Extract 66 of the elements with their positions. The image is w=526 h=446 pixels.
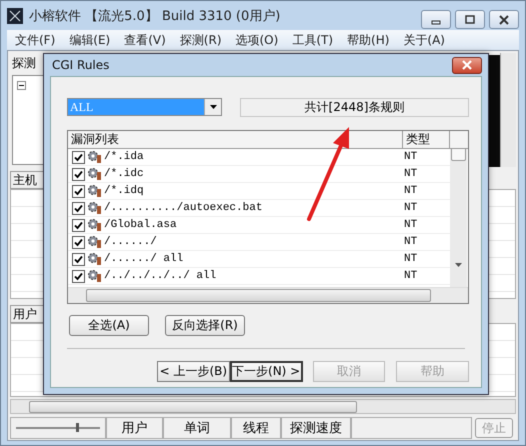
gear-icon bbox=[87, 167, 103, 181]
rule-count-label: 共计[2448]条规则 bbox=[240, 98, 469, 117]
caret-icon bbox=[210, 105, 216, 109]
maximize-button[interactable] bbox=[455, 10, 485, 29]
rule-name: /../../../../ all bbox=[104, 270, 216, 282]
checkbox[interactable] bbox=[72, 252, 85, 266]
column-header[interactable]: 类型 bbox=[403, 131, 450, 148]
maximize-icon bbox=[465, 14, 475, 24]
menu-item[interactable]: 文件(F) bbox=[15, 32, 56, 48]
close-icon bbox=[462, 60, 472, 70]
status-cell: 探测速度 bbox=[281, 417, 351, 439]
rule-name: /....../ bbox=[104, 236, 157, 248]
close-button[interactable] bbox=[452, 56, 482, 74]
rule-name: /*.ida bbox=[104, 151, 144, 163]
scrollbar[interactable] bbox=[10, 399, 516, 414]
scroll-thumb[interactable] bbox=[86, 289, 431, 302]
table-cell-text: NT bbox=[402, 184, 418, 199]
checkbox[interactable] bbox=[72, 150, 85, 164]
gear-icon bbox=[87, 184, 103, 198]
scroll-thumb[interactable] bbox=[29, 401, 357, 413]
status-cell: 单词 bbox=[163, 417, 231, 439]
table-cell-text: NT bbox=[402, 201, 418, 216]
gear-icon bbox=[87, 218, 103, 232]
table-cell-text: NT bbox=[402, 167, 418, 182]
wizard-button[interactable]: < 上一步(B) bbox=[157, 361, 230, 382]
scrollbar[interactable] bbox=[500, 53, 516, 167]
table-cell-text: NT bbox=[402, 150, 418, 165]
action-button[interactable]: 反向选择(R) bbox=[165, 315, 245, 336]
checkbox[interactable] bbox=[72, 218, 85, 232]
gear-icon bbox=[87, 150, 103, 164]
menu-item[interactable]: 帮助(H) bbox=[347, 32, 390, 48]
menu-item[interactable]: 选项(O) bbox=[236, 32, 278, 48]
checkbox[interactable] bbox=[72, 202, 85, 214]
scroll-down-icon[interactable] bbox=[455, 263, 462, 267]
scrollbar[interactable] bbox=[450, 149, 467, 287]
gear-icon bbox=[87, 252, 103, 266]
menu-item[interactable]: 编辑(E) bbox=[69, 32, 110, 48]
gear-icon bbox=[87, 201, 103, 215]
collapse-icon[interactable] bbox=[17, 81, 26, 90]
table-cell-text: NT bbox=[402, 218, 418, 233]
action-button[interactable]: 全选(A) bbox=[69, 315, 149, 336]
menu-item[interactable]: 探测(R) bbox=[180, 32, 222, 48]
menu-item[interactable]: 关于(A) bbox=[403, 32, 445, 48]
rule-name: /Global.asa bbox=[104, 219, 177, 231]
checkbox[interactable] bbox=[72, 168, 85, 180]
status-cell: 用户 bbox=[106, 417, 163, 439]
menu-item[interactable]: 查看(V) bbox=[124, 32, 166, 48]
minimize-button[interactable] bbox=[421, 10, 451, 29]
gear-icon bbox=[87, 269, 103, 283]
window-title: 小榕软件 【流光5.0】 Build 3310 (0用户) bbox=[29, 8, 280, 24]
gear-icon bbox=[87, 235, 103, 249]
table-cell-text: NT bbox=[402, 235, 418, 250]
menu-item[interactable]: 工具(T) bbox=[292, 32, 334, 48]
rule-name: /........../autoexec.bat bbox=[104, 202, 262, 214]
status-cell: 线程 bbox=[231, 417, 281, 439]
wizard-button[interactable]: 下一步(N) > bbox=[230, 361, 303, 382]
rule-name: /....../ all bbox=[104, 253, 184, 265]
close-icon bbox=[499, 14, 509, 24]
dialog-title: CGI Rules bbox=[51, 58, 110, 72]
checkbox[interactable] bbox=[72, 236, 85, 248]
checkbox[interactable] bbox=[72, 270, 85, 282]
checkbox[interactable] bbox=[72, 184, 85, 198]
close-button[interactable] bbox=[489, 10, 519, 29]
table-cell-text: NT bbox=[402, 269, 418, 284]
table-cell-text: NT bbox=[402, 252, 418, 267]
app-icon bbox=[7, 8, 23, 24]
